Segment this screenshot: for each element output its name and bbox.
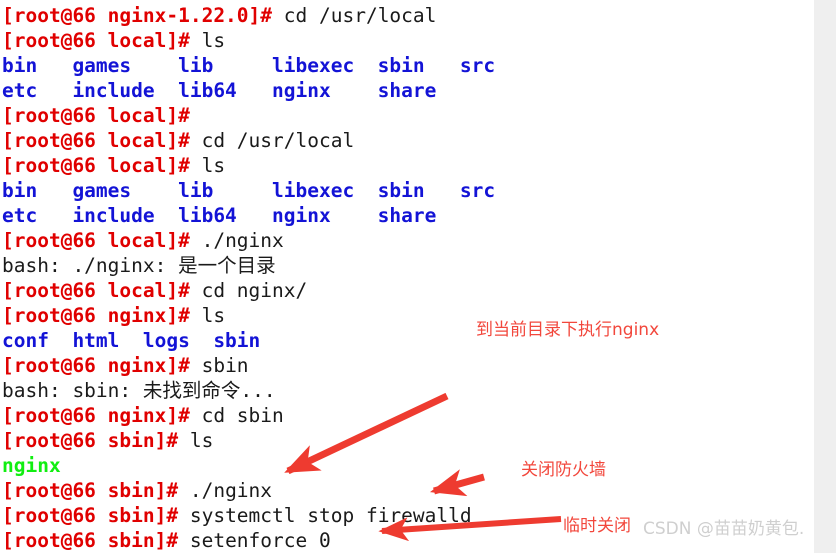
shell-command: cd /usr/local bbox=[189, 129, 355, 152]
shell-command: cd nginx/ bbox=[189, 279, 308, 302]
shell-prompt: [root@66 nginx]# bbox=[2, 404, 190, 427]
terminal-output-area[interactable]: [root@66 nginx-1.22.0]# cd /usr/local [r… bbox=[0, 0, 814, 553]
terminal-line: [root@66 local]# bbox=[2, 103, 814, 128]
terminal-line: nginx bbox=[2, 453, 814, 478]
terminal-line: [root@66 nginx]# sbin bbox=[2, 353, 814, 378]
directory-listing: bin games lib libexec sbin src bbox=[2, 179, 496, 202]
shell-prompt: [root@66 sbin]# bbox=[2, 479, 179, 502]
shell-command: ls bbox=[189, 304, 226, 327]
shell-command: ls bbox=[178, 429, 214, 452]
annotation-exec-nginx: 到当前目录下执行nginx bbox=[476, 320, 660, 340]
terminal-line: bash: ./nginx: 是一个目录 bbox=[2, 253, 814, 278]
shell-prompt: [root@66 sbin]# bbox=[2, 529, 179, 552]
shell-command: cd sbin bbox=[189, 404, 284, 427]
annotation-close-firewall: 关闭防火墙 bbox=[521, 460, 606, 480]
terminal-line: [root@66 local]# ls bbox=[2, 153, 814, 178]
shell-command: sbin bbox=[189, 354, 249, 377]
terminal-line: bin games lib libexec sbin src bbox=[2, 53, 814, 78]
directory-listing: bin games lib libexec sbin src bbox=[2, 54, 496, 77]
shell-prompt: [root@66 local]# bbox=[2, 229, 190, 252]
terminal-line: [root@66 local]# cd nginx/ bbox=[2, 278, 814, 303]
terminal-line: [root@66 nginx]# ls bbox=[2, 303, 814, 328]
shell-prompt: [root@66 local]# bbox=[2, 29, 190, 52]
terminal-line: etc include lib64 nginx share bbox=[2, 78, 814, 103]
terminal-line: [root@66 local]# cd /usr/local bbox=[2, 128, 814, 153]
shell-command: ./nginx bbox=[189, 229, 284, 252]
shell-command: setenforce 0 bbox=[178, 529, 331, 552]
terminal-line: bash: sbin: 未找到命令... bbox=[2, 378, 814, 403]
terminal-line: [root@66 sbin]# ls bbox=[2, 428, 814, 453]
shell-prompt: [root@66 local]# bbox=[2, 279, 190, 302]
terminal-line: [root@66 local]# ls bbox=[2, 28, 814, 53]
terminal-screenshot: [root@66 nginx-1.22.0]# cd /usr/local [r… bbox=[0, 0, 836, 553]
shell-error-message: bash: sbin: 未找到命令... bbox=[2, 379, 276, 402]
shell-prompt: [root@66 nginx-1.22.0]# bbox=[2, 4, 273, 27]
shell-prompt: [root@66 sbin]# bbox=[2, 429, 179, 452]
directory-listing: etc include lib64 nginx share bbox=[2, 79, 437, 102]
terminal-line: conf html logs sbin bbox=[2, 328, 814, 353]
terminal-line: [root@66 nginx-1.22.0]# cd /usr/local bbox=[2, 3, 814, 28]
shell-command: ls bbox=[189, 29, 226, 52]
shell-error-message: bash: ./nginx: 是一个目录 bbox=[2, 254, 276, 277]
executable-listing: nginx bbox=[2, 454, 61, 477]
terminal-line: [root@66 sbin]# ./nginx bbox=[2, 478, 814, 503]
terminal-line: bin games lib libexec sbin src bbox=[2, 178, 814, 203]
directory-listing: etc include lib64 nginx share bbox=[2, 204, 437, 227]
shell-prompt: [root@66 local]# bbox=[2, 129, 190, 152]
shell-prompt: [root@66 sbin]# bbox=[2, 504, 179, 527]
annotation-temp-close: 临时关闭 bbox=[563, 516, 631, 536]
shell-command: cd /usr/local bbox=[272, 4, 437, 27]
page-gutter bbox=[814, 0, 836, 553]
shell-command: systemctl stop firewalld bbox=[178, 504, 472, 527]
directory-listing: conf html logs sbin bbox=[2, 329, 261, 352]
shell-command: ls bbox=[189, 154, 226, 177]
shell-prompt: [root@66 nginx]# bbox=[2, 304, 190, 327]
terminal-line: [root@66 nginx]# cd sbin bbox=[2, 403, 814, 428]
shell-prompt: [root@66 local]# bbox=[2, 104, 190, 127]
terminal-line: etc include lib64 nginx share bbox=[2, 203, 814, 228]
terminal-line: [root@66 local]# ./nginx bbox=[2, 228, 814, 253]
shell-prompt: [root@66 nginx]# bbox=[2, 354, 190, 377]
shell-command: ./nginx bbox=[178, 479, 273, 502]
csdn-watermark: CSDN @苗苗奶黄包. bbox=[643, 519, 805, 539]
shell-prompt: [root@66 local]# bbox=[2, 154, 190, 177]
